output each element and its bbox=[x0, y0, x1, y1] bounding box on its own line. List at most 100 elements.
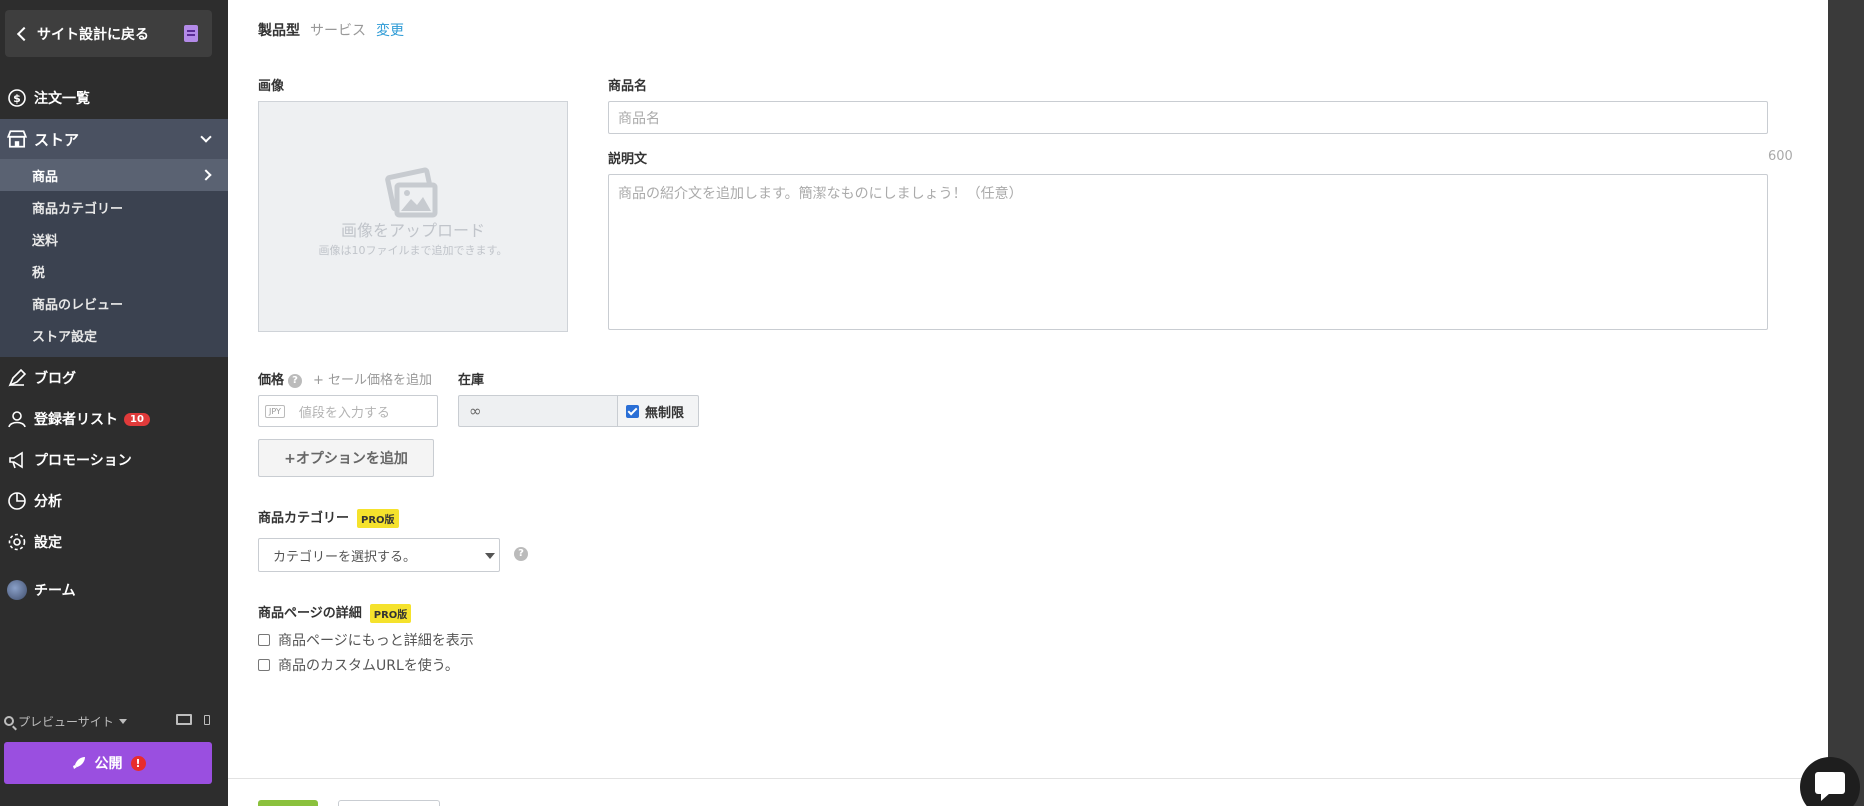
show-more-details-checkbox[interactable]: 商品ページにもっと詳細を表示 bbox=[258, 630, 474, 650]
sidebar-item-blog[interactable]: ブログ bbox=[0, 358, 228, 398]
product-name-label: 商品名 bbox=[608, 79, 648, 94]
category-label: 商品カテゴリー PRO版 bbox=[258, 507, 399, 528]
subitem-label: 商品のレビュー bbox=[32, 297, 124, 313]
back-label: サイト設計に戻る bbox=[37, 26, 149, 43]
chevron-left-icon bbox=[16, 26, 32, 41]
sidebar: サイト設計に戻る $ 注文一覧 ストア 商品 商品カテゴリー 送料 税 商品のレ… bbox=[0, 0, 228, 806]
category-selected-value: カテゴリーを選択する。 bbox=[273, 549, 417, 565]
mobile-icon[interactable] bbox=[204, 715, 210, 725]
sidebar-item-store[interactable]: ストア bbox=[0, 119, 228, 159]
product-type-other: サービス bbox=[310, 23, 366, 39]
store-group: ストア 商品 商品カテゴリー 送料 税 商品のレビュー ストア設定 bbox=[0, 119, 228, 357]
price-label: 価格? bbox=[258, 369, 303, 388]
sidebar-item-subscribers[interactable]: 登録者リスト 10 bbox=[0, 399, 228, 439]
unlimited-label: 無制限 bbox=[645, 405, 685, 421]
sidebar-subitem-store-settings[interactable]: ストア設定 bbox=[0, 319, 228, 351]
subitem-label: 送料 bbox=[32, 233, 59, 249]
product-name-input[interactable]: 商品名 bbox=[608, 101, 1768, 134]
publish-label: 公開 bbox=[94, 756, 123, 772]
publish-alert-badge: ! bbox=[130, 755, 146, 771]
price-help-icon[interactable]: ? bbox=[288, 373, 303, 388]
sidebar-item-label: プロモーション bbox=[34, 453, 132, 469]
sidebar-subitem-shipping[interactable]: 送料 bbox=[0, 223, 228, 255]
description-char-count: 600 bbox=[1768, 149, 1793, 164]
preview-site-selector[interactable]: プレビューサイト bbox=[4, 710, 219, 732]
sidebar-item-label: ブログ bbox=[34, 371, 76, 387]
product-type-row: 製品型 サービス 変更 bbox=[258, 20, 404, 40]
category-label-text: 商品カテゴリー bbox=[258, 511, 350, 526]
sidebar-item-label: チーム bbox=[34, 583, 76, 599]
checkbox-unchecked-icon bbox=[258, 659, 270, 671]
storefront-icon bbox=[6, 128, 28, 150]
sidebar-item-label: 注文一覧 bbox=[34, 91, 90, 107]
sidebar-item-promotion[interactable]: プロモーション bbox=[0, 440, 228, 480]
stock-input[interactable]: ∞ bbox=[458, 395, 618, 427]
rocket-icon bbox=[72, 757, 85, 769]
sidebar-item-team[interactable]: チーム bbox=[0, 570, 228, 610]
footer-divider bbox=[228, 778, 1828, 779]
user-icon bbox=[6, 408, 28, 430]
sidebar-subitem-categories[interactable]: 商品カテゴリー bbox=[0, 191, 228, 223]
sidebar-item-orders[interactable]: $ 注文一覧 bbox=[0, 78, 228, 118]
search-icon bbox=[4, 716, 14, 726]
pro-badge: PRO版 bbox=[369, 604, 412, 623]
stock-label: 在庫 bbox=[458, 373, 485, 388]
description-textarea[interactable]: 商品の紹介文を追加します。簡潔なものにしましょう！（任意） bbox=[608, 174, 1768, 330]
custom-url-checkbox[interactable]: 商品のカスタムURLを使う。 bbox=[258, 655, 459, 675]
add-sale-price-link[interactable]: + セール価格を追加 bbox=[313, 369, 432, 388]
sidebar-subitem-reviews[interactable]: 商品のレビュー bbox=[0, 287, 228, 319]
sidebar-item-settings[interactable]: 設定 bbox=[0, 522, 228, 562]
gear-icon bbox=[6, 531, 28, 553]
unlimited-stock-checkbox[interactable]: 無制限 bbox=[617, 395, 699, 427]
publish-button[interactable]: 公開 ! bbox=[4, 742, 212, 784]
subitem-label: ストア設定 bbox=[32, 329, 98, 345]
sidebar-item-label: 登録者リスト bbox=[34, 412, 118, 428]
image-label: 画像 bbox=[258, 79, 285, 94]
right-edge-strip bbox=[1828, 0, 1864, 806]
sidebar-item-label: 設定 bbox=[34, 535, 62, 551]
cancel-button[interactable] bbox=[338, 800, 440, 806]
price-placeholder: 値段を入力する bbox=[298, 405, 390, 421]
desktop-icon[interactable] bbox=[176, 714, 192, 725]
pie-chart-icon bbox=[6, 490, 28, 512]
pro-badge: PRO版 bbox=[357, 509, 399, 528]
upload-title: 画像をアップロード bbox=[340, 221, 485, 240]
description-label: 説明文 bbox=[608, 152, 648, 167]
subitem-label: 税 bbox=[32, 265, 46, 281]
megaphone-icon bbox=[6, 449, 28, 471]
product-type-current: 製品型 bbox=[258, 23, 300, 39]
sidebar-item-label: ストア bbox=[34, 130, 80, 149]
sidebar-item-analytics[interactable]: 分析 bbox=[0, 481, 228, 521]
save-button[interactable] bbox=[258, 800, 318, 806]
chat-bubble-icon bbox=[1815, 772, 1845, 801]
price-input[interactable]: JPY 値段を入力する bbox=[258, 395, 438, 427]
svg-text:$: $ bbox=[13, 92, 21, 105]
category-help-icon[interactable]: ? bbox=[514, 547, 528, 561]
sidebar-subitem-tax[interactable]: 税 bbox=[0, 255, 228, 287]
currency-tag: JPY bbox=[265, 404, 285, 418]
price-label-text: 価格 bbox=[258, 373, 285, 388]
upload-hint: 画像は10ファイルまで追加できます。 bbox=[318, 244, 508, 257]
image-upload-area[interactable]: 画像をアップロード 画像は10ファイルまで追加できます。 bbox=[258, 101, 568, 332]
preview-label: プレビューサイト bbox=[18, 714, 114, 729]
checkbox-label: 商品のカスタムURLを使う。 bbox=[278, 658, 459, 674]
dollar-circle-icon: $ bbox=[6, 87, 28, 109]
back-to-site-design-button[interactable]: サイト設計に戻る bbox=[5, 10, 212, 57]
subitem-label: 商品カテゴリー bbox=[32, 201, 124, 217]
subitem-label: 商品 bbox=[32, 169, 59, 185]
chevron-right-icon bbox=[200, 169, 212, 181]
team-avatar-icon bbox=[6, 579, 28, 601]
category-select[interactable]: カテゴリーを選択する。 bbox=[258, 538, 500, 572]
details-label-text: 商品ページの詳細 bbox=[258, 606, 362, 621]
pen-icon bbox=[6, 367, 28, 389]
subscribers-count-badge: 10 bbox=[124, 412, 150, 426]
change-type-link[interactable]: 変更 bbox=[376, 20, 404, 40]
dropdown-arrow-icon bbox=[485, 553, 495, 559]
details-label: 商品ページの詳細 PRO版 bbox=[258, 602, 412, 623]
add-option-button[interactable]: +オプションを追加 bbox=[258, 439, 434, 477]
checkbox-checked-icon bbox=[626, 404, 639, 418]
sidebar-subitem-products[interactable]: 商品 bbox=[0, 159, 228, 191]
image-upload-icon bbox=[385, 167, 438, 218]
sidebar-item-label: 分析 bbox=[34, 494, 62, 510]
caret-down-icon bbox=[118, 718, 127, 724]
